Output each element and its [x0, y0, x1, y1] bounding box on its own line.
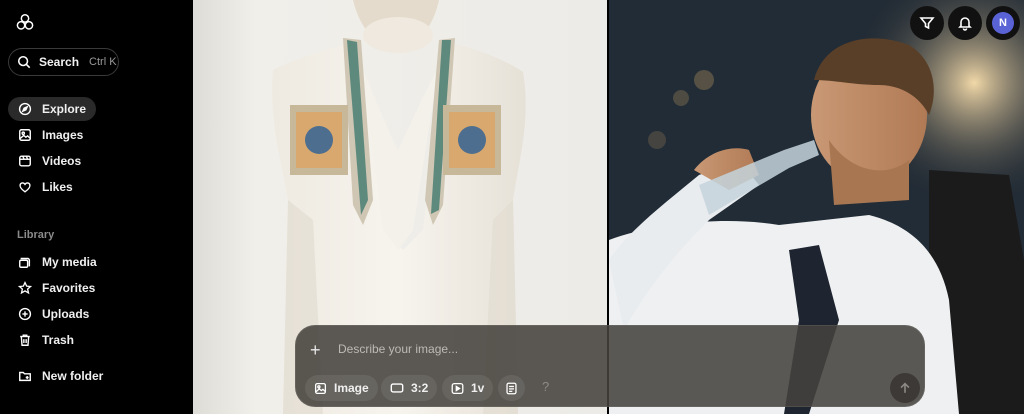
video-icon	[19, 155, 31, 167]
search-label: Search	[39, 55, 80, 69]
new-folder-button[interactable]: New folder	[8, 364, 113, 388]
aspect-ratio-button[interactable]: 3:2	[381, 375, 438, 401]
sidebar-item-label: My media	[42, 255, 97, 269]
sidebar-item-label: Uploads	[42, 307, 90, 321]
sidebar-item-label: Favorites	[42, 281, 96, 295]
filter-icon	[919, 17, 935, 30]
sidebar-item-uploads[interactable]: Uploads	[8, 302, 99, 326]
filter-button[interactable]	[910, 6, 944, 40]
notifications-button[interactable]	[948, 6, 982, 40]
submit-button[interactable]	[890, 373, 920, 403]
add-attachment-button[interactable]: +	[310, 340, 321, 360]
arrow-up-icon	[900, 382, 910, 393]
prompt-input[interactable]	[338, 342, 858, 356]
library-heading: Library	[17, 229, 55, 241]
sidebar-item-my-media[interactable]: My media	[8, 250, 107, 274]
bell-icon	[958, 17, 972, 31]
sidebar-item-label: Images	[42, 128, 84, 142]
sidebar-item-images[interactable]: Images	[8, 123, 93, 147]
search-shortcut: Ctrl K	[89, 56, 117, 68]
search-icon	[17, 55, 31, 69]
trash-icon	[20, 334, 30, 346]
compass-icon	[18, 102, 32, 116]
play-icon	[451, 382, 464, 394]
sidebar-item-favorites[interactable]: Favorites	[8, 276, 105, 300]
document-icon	[506, 382, 517, 394]
upload-icon	[18, 307, 32, 321]
aspect-ratio-icon	[390, 383, 404, 393]
mode-label: Image	[334, 381, 369, 395]
sidebar-item-explore[interactable]: Explore	[8, 97, 97, 121]
variations-button[interactable]: 1v	[442, 375, 494, 401]
star-icon	[18, 281, 32, 295]
sidebar-item-label: Likes	[42, 180, 73, 194]
sidebar-item-label: Trash	[42, 333, 75, 347]
sidebar-item-label: Videos	[42, 154, 82, 168]
sidebar-item-videos[interactable]: Videos	[8, 149, 91, 173]
variations-label: 1v	[471, 381, 485, 395]
user-avatar-button[interactable]: N	[986, 6, 1020, 40]
avatar: N	[992, 12, 1014, 34]
presets-button[interactable]	[498, 375, 525, 401]
sidebar-item-likes[interactable]: Likes	[8, 175, 83, 199]
heart-icon	[19, 182, 31, 193]
sidebar-item-label: Explore	[42, 102, 87, 116]
logo-icon[interactable]	[14, 12, 36, 34]
aspect-label: 3:2	[411, 381, 429, 395]
mode-image-button[interactable]: Image	[305, 375, 378, 401]
media-icon	[19, 257, 31, 268]
help-button[interactable]: ?	[542, 379, 549, 394]
new-folder-label: New folder	[42, 369, 104, 383]
prompt-composer: + Image 3:2 1v ?	[295, 325, 925, 407]
image-icon	[314, 382, 327, 394]
sidebar: Search Ctrl K Explore Images Videos Like…	[0, 0, 193, 414]
image-icon	[19, 129, 31, 141]
sidebar-item-trash[interactable]: Trash	[8, 328, 84, 352]
search-button[interactable]: Search Ctrl K	[8, 48, 119, 76]
folder-plus-icon	[19, 371, 31, 382]
